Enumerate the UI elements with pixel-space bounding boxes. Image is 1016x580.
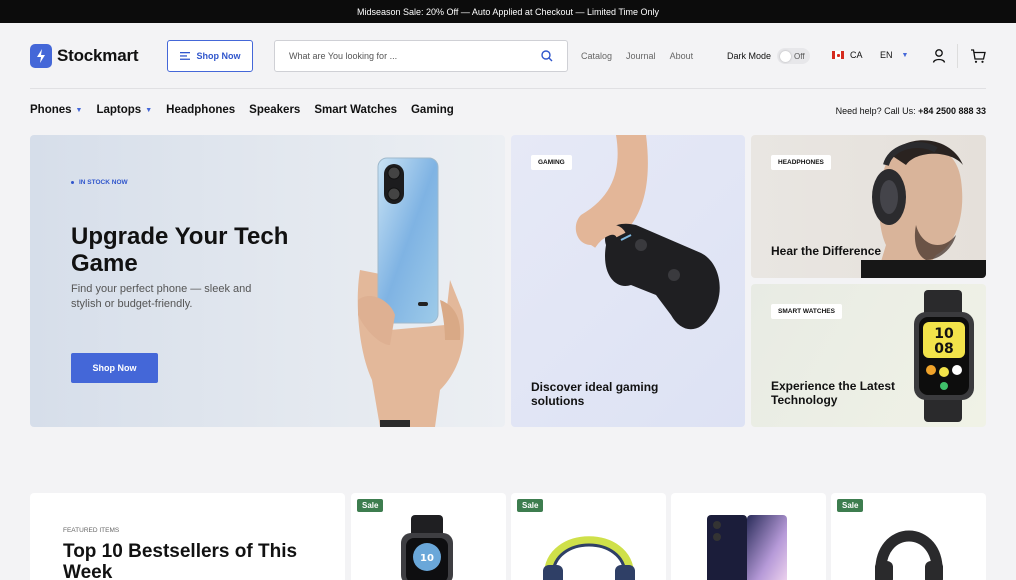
gaming-title: Discover ideal gaming solutions <box>531 380 659 408</box>
announcement-text: Midseason Sale: 20% Off — Auto Applied a… <box>357 6 659 17</box>
smartwatch-image: 10 <box>401 515 453 580</box>
hand-holding-phone-image <box>357 157 464 427</box>
header-separator <box>30 88 986 89</box>
dark-mode-label: Dark Mode <box>727 51 772 61</box>
header-divider <box>957 44 958 68</box>
product-card[interactable]: Sale <box>831 493 986 580</box>
svg-text:10: 10 <box>420 553 434 564</box>
smart-watches-promo-card[interactable]: SMART WATCHES 10 08 Experience the Lates… <box>751 284 986 427</box>
hero-subtitle: Find your perfect phone — sleek and styl… <box>71 283 252 310</box>
category-label: Gaming <box>410 104 454 116</box>
shop-now-label: Shop Now <box>196 51 241 61</box>
category-headphones[interactable]: Headphones <box>166 104 235 116</box>
nav-link-journal[interactable]: Journal <box>626 51 656 61</box>
shop-now-button[interactable]: Shop Now <box>167 40 253 72</box>
hero-title: Upgrade Your Tech Game <box>71 223 289 277</box>
toggle-knob <box>780 50 792 62</box>
search-icon[interactable] <box>541 50 553 62</box>
headphones-tag: HEADPHONES <box>771 155 831 170</box>
header-nav: Catalog Journal About <box>581 51 693 61</box>
category-phones[interactable]: Phones ▼ <box>30 104 82 116</box>
product-card[interactable] <box>671 493 826 580</box>
nav-link-about[interactable]: About <box>670 51 694 61</box>
category-label: Headphones <box>166 104 236 116</box>
hero-tag-label: IN STOCK NOW <box>79 179 128 186</box>
logo-icon <box>30 44 52 68</box>
category-speakers[interactable]: Speakers <box>249 104 300 116</box>
hero-button-label: Shop Now <box>92 363 137 373</box>
search-input[interactable]: What are You looking for ... <box>274 40 568 72</box>
help-prefix: Need help? Call Us: <box>835 106 916 116</box>
dark-mode-state: Off <box>794 51 805 61</box>
featured-title: Top 10 Bestsellers of This Week <box>63 541 298 580</box>
category-label: Speakers <box>249 104 301 116</box>
sale-badge: Sale <box>517 499 544 512</box>
language-selector[interactable]: EN ▼ <box>880 50 908 60</box>
smart-watches-tag: SMART WATCHES <box>771 304 842 319</box>
smartwatch-image: 10 08 <box>914 290 974 422</box>
headphones-title: Hear the Difference <box>771 244 882 258</box>
logo[interactable]: Stockmart <box>30 44 139 68</box>
headphones-image <box>543 536 635 580</box>
menu-icon <box>179 52 190 60</box>
search-placeholder: What are You looking for ... <box>289 51 398 61</box>
hero-shop-now-button[interactable]: Shop Now <box>71 353 158 383</box>
category-label: Phones <box>30 104 72 116</box>
headphones-image <box>875 530 943 580</box>
chevron-down-icon: ▼ <box>145 106 153 114</box>
category-gaming[interactable]: Gaming <box>411 104 454 116</box>
hero-tag: IN STOCK NOW <box>71 179 128 186</box>
sale-badge: Sale <box>357 499 384 512</box>
dark-mode-toggle[interactable]: Off <box>777 48 811 64</box>
phone-image <box>707 515 787 580</box>
dark-mode-control: Dark Mode Off <box>727 48 811 64</box>
nav-link-catalog[interactable]: Catalog <box>581 51 612 61</box>
category-nav: Phones ▼ Laptops ▼ Headphones Speakers Sma… <box>30 104 454 116</box>
product-card[interactable]: Sale <box>511 493 666 580</box>
headphones-promo-card[interactable]: HEADPHONES Hear the Difference <box>751 135 986 278</box>
category-laptops[interactable]: Laptops ▼ <box>96 104 152 116</box>
chevron-down-icon: ▼ <box>901 51 909 59</box>
game-controller-image <box>575 135 720 330</box>
cart-icon[interactable] <box>970 48 986 64</box>
hero-banner: IN STOCK NOW Upgrade Your Tech Game Find… <box>30 135 505 427</box>
chevron-down-icon: ▼ <box>75 106 83 114</box>
country-code: CA <box>850 50 863 60</box>
canada-flag-icon <box>832 51 844 59</box>
announcement-bar: Midseason Sale: 20% Off — Auto Applied a… <box>0 0 1016 23</box>
help-phone[interactable]: +84 2500 888 33 <box>918 106 986 116</box>
category-label: Laptops <box>96 104 142 116</box>
logo-text: Stockmart <box>57 46 139 65</box>
country-selector[interactable]: CA <box>832 50 863 60</box>
category-label: Smart Watches <box>314 104 397 116</box>
sale-badge: Sale <box>837 499 864 512</box>
featured-label: FEATURED ITEMS <box>63 527 120 534</box>
svg-text:10: 10 <box>934 326 954 342</box>
featured-section: FEATURED ITEMS Top 10 Bestsellers of Thi… <box>30 493 345 580</box>
svg-text:08: 08 <box>934 341 953 357</box>
help-contact: Need help? Call Us: +84 2500 888 33 <box>836 106 986 116</box>
smart-watches-title: Experience the Latest Technology <box>771 379 896 407</box>
gaming-promo-card[interactable]: GAMING Discover ideal gaming solutions <box>511 135 745 427</box>
language-code: EN <box>880 50 893 60</box>
category-smart-watches[interactable]: Smart Watches <box>314 104 397 116</box>
product-card[interactable]: Sale 10 <box>351 493 506 580</box>
user-icon[interactable] <box>931 48 947 64</box>
